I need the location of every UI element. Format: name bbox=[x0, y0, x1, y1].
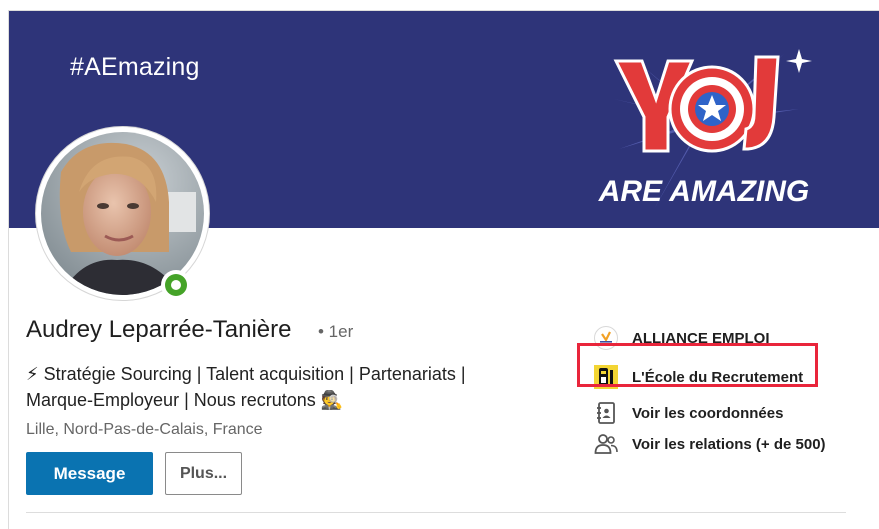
online-status-badge bbox=[161, 270, 191, 300]
sidebar-item-label: Voir les relations (+ de 500) bbox=[632, 436, 826, 453]
section-divider bbox=[26, 512, 846, 513]
you-are-amazing-logo: ARE AMAZING bbox=[598, 49, 812, 209]
highlight-box bbox=[577, 343, 818, 387]
headline-line: ⚡ Stratégie Sourcing | Talent acquisitio… bbox=[26, 364, 466, 384]
sidebar-item-label: Voir les coordonnées bbox=[632, 405, 784, 422]
message-button[interactable]: Message bbox=[26, 452, 153, 495]
logo-text: ARE AMAZING bbox=[598, 175, 810, 208]
profile-location: Lille, Nord-Pas-de-Calais, France bbox=[26, 421, 263, 438]
profile-name: Audrey Leparrée-Tanière bbox=[26, 316, 292, 343]
contact-card-icon bbox=[597, 402, 615, 424]
banner-hashtag: #AEmazing bbox=[70, 53, 200, 81]
profile-headline: ⚡ Stratégie Sourcing | Talent acquisitio… bbox=[26, 361, 556, 413]
connection-degree: • 1er bbox=[318, 322, 354, 341]
more-button[interactable]: Plus... bbox=[165, 452, 242, 495]
headline-line: Marque-Employeur | Nous recrutons 🕵 bbox=[26, 390, 344, 410]
people-icon bbox=[594, 434, 618, 454]
